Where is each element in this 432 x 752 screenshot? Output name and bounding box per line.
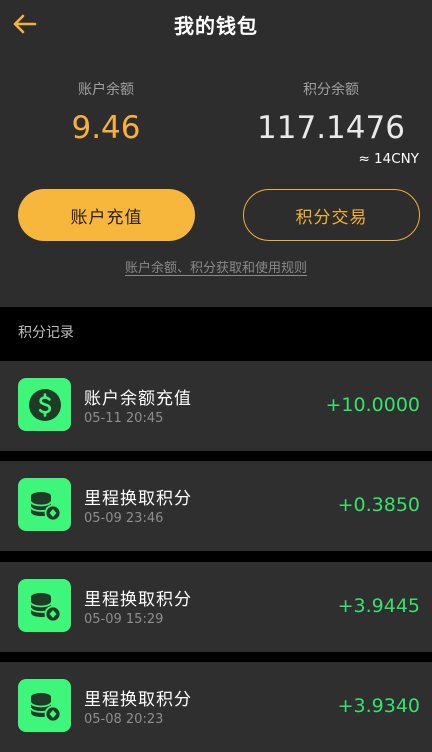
records-section-label: 积分记录	[18, 325, 74, 341]
record-time: 05-08 20:23	[84, 712, 164, 727]
record-amount: +0.3850	[337, 494, 420, 516]
record-time: 05-09 23:46	[84, 511, 164, 526]
account-balance-label: 账户余额	[78, 82, 134, 98]
record-item[interactable]: 里程换取积分 05-09 15:29 +3.9445	[0, 562, 432, 652]
points-cny-equivalent: ≈ 14CNY	[358, 151, 419, 167]
coin-stack-icon	[18, 579, 71, 632]
account-balance: 账户余额 9.46	[40, 80, 172, 146]
points-trade-button[interactable]: 积分交易	[243, 189, 420, 241]
page-title: 我的钱包	[174, 14, 258, 38]
record-title: 账户余额充值	[84, 389, 192, 409]
record-title: 里程换取积分	[84, 489, 192, 509]
record-amount: +3.9340	[337, 695, 420, 717]
record-title: 里程换取积分	[84, 590, 192, 610]
record-time: 05-11 20:45	[84, 411, 164, 426]
points-balance-label: 积分余额	[303, 82, 359, 98]
account-balance-value: 9.46	[71, 110, 141, 146]
points-balance-value: 117.1476	[257, 110, 405, 146]
rules-link[interactable]: 账户余额、积分获取和使用规则	[0, 257, 432, 276]
record-amount: +3.9445	[337, 595, 420, 617]
points-balance: 积分余额 117.1476	[236, 80, 426, 146]
record-time: 05-09 15:29	[84, 612, 164, 627]
record-amount: +10.0000	[325, 394, 421, 416]
record-item[interactable]: 账户余额充值 05-11 20:45 +10.0000	[0, 361, 432, 451]
recharge-button[interactable]: 账户充值	[18, 189, 195, 241]
coin-stack-icon	[18, 478, 71, 531]
record-title: 里程换取积分	[84, 690, 192, 710]
coin-stack-icon	[18, 679, 71, 732]
dollar-coin-icon	[18, 378, 71, 431]
record-item[interactable]: 里程换取积分 05-09 23:46 +0.3850	[0, 461, 432, 551]
wallet-summary-panel: 我的钱包 账户余额 9.46 积分余额 117.1476 ≈ 14CNY 账户充…	[0, 0, 432, 307]
header: 我的钱包	[0, 0, 432, 50]
